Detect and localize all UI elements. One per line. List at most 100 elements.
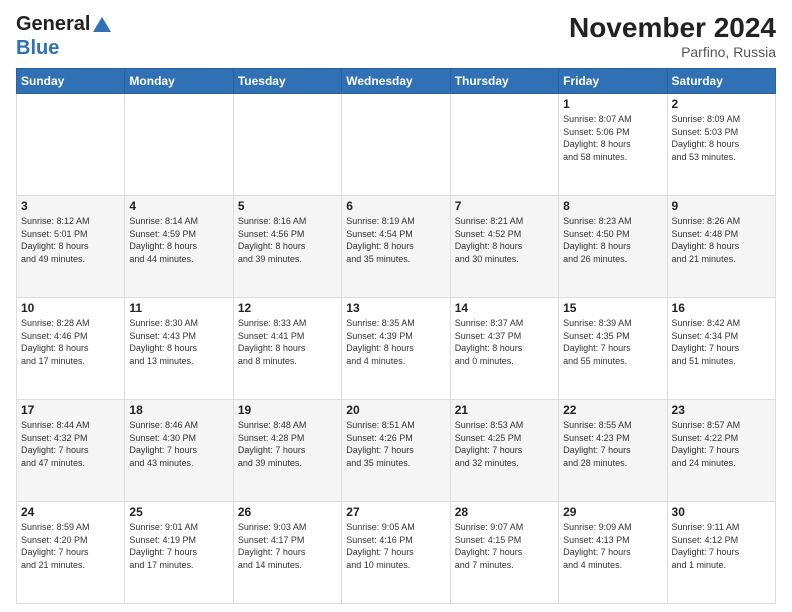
day-info: Sunrise: 9:05 AM Sunset: 4:16 PM Dayligh… bbox=[346, 521, 445, 571]
day-info: Sunrise: 8:19 AM Sunset: 4:54 PM Dayligh… bbox=[346, 215, 445, 265]
calendar-cell: 30 Sunrise: 9:11 AM Sunset: 4:12 PM Dayli… bbox=[667, 502, 775, 604]
day-number: 26 bbox=[238, 505, 337, 519]
day-info: Sunrise: 8:21 AM Sunset: 4:52 PM Dayligh… bbox=[455, 215, 554, 265]
calendar-cell: 19 Sunrise: 8:48 AM Sunset: 4:28 PM Dayli… bbox=[233, 400, 341, 502]
day-number: 14 bbox=[455, 301, 554, 315]
day-info: Sunrise: 8:48 AM Sunset: 4:28 PM Dayligh… bbox=[238, 419, 337, 469]
day-number: 30 bbox=[672, 505, 771, 519]
day-number: 1 bbox=[563, 97, 662, 111]
day-info: Sunrise: 9:03 AM Sunset: 4:17 PM Dayligh… bbox=[238, 521, 337, 571]
day-info: Sunrise: 8:07 AM Sunset: 5:06 PM Dayligh… bbox=[563, 113, 662, 163]
calendar-cell bbox=[233, 94, 341, 196]
day-number: 22 bbox=[563, 403, 662, 417]
calendar-cell: 25 Sunrise: 9:01 AM Sunset: 4:19 PM Dayli… bbox=[125, 502, 233, 604]
day-number: 15 bbox=[563, 301, 662, 315]
calendar-cell: 8Sunrise: 8:23 AM Sunset: 4:50 PM Daylig… bbox=[559, 196, 667, 298]
calendar-cell bbox=[17, 94, 125, 196]
day-info: Sunrise: 8:12 AM Sunset: 5:01 PM Dayligh… bbox=[21, 215, 120, 265]
calendar-cell: 5 Sunrise: 8:16 AM Sunset: 4:56 PM Daylig… bbox=[233, 196, 341, 298]
day-info: Sunrise: 8:59 AM Sunset: 4:20 PM Dayligh… bbox=[21, 521, 120, 571]
col-thursday: Thursday bbox=[450, 69, 558, 94]
calendar-cell: 10 Sunrise: 8:28 AM Sunset: 4:46 PM Dayli… bbox=[17, 298, 125, 400]
day-info: Sunrise: 8:28 AM Sunset: 4:46 PM Dayligh… bbox=[21, 317, 120, 367]
day-number: 25 bbox=[129, 505, 228, 519]
calendar-cell: 24 Sunrise: 8:59 AM Sunset: 4:20 PM Dayli… bbox=[17, 502, 125, 604]
day-number: 29 bbox=[563, 505, 662, 519]
day-info: Sunrise: 8:46 AM Sunset: 4:30 PM Dayligh… bbox=[129, 419, 228, 469]
day-number: 13 bbox=[346, 301, 445, 315]
title-block: November 2024 Parfino, Russia bbox=[569, 12, 776, 60]
col-friday: Friday bbox=[559, 69, 667, 94]
day-number: 8 bbox=[563, 199, 662, 213]
calendar-cell: 15 Sunrise: 8:39 AM Sunset: 4:35 PM Dayli… bbox=[559, 298, 667, 400]
calendar-body: 1 Sunrise: 8:07 AM Sunset: 5:06 PM Daylig… bbox=[17, 94, 776, 604]
day-info: Sunrise: 8:53 AM Sunset: 4:25 PM Dayligh… bbox=[455, 419, 554, 469]
day-info: Sunrise: 8:55 AM Sunset: 4:23 PM Dayligh… bbox=[563, 419, 662, 469]
calendar-cell: 23 Sunrise: 8:57 AM Sunset: 4:22 PM Dayli… bbox=[667, 400, 775, 502]
calendar-cell: 11 Sunrise: 8:30 AM Sunset: 4:43 PM Dayli… bbox=[125, 298, 233, 400]
day-info: Sunrise: 8:44 AM Sunset: 4:32 PM Dayligh… bbox=[21, 419, 120, 469]
calendar-cell: 1 Sunrise: 8:07 AM Sunset: 5:06 PM Daylig… bbox=[559, 94, 667, 196]
calendar-cell: 14 Sunrise: 8:37 AM Sunset: 4:37 PM Dayli… bbox=[450, 298, 558, 400]
day-info: Sunrise: 8:57 AM Sunset: 4:22 PM Dayligh… bbox=[672, 419, 771, 469]
calendar-week-row: 1 Sunrise: 8:07 AM Sunset: 5:06 PM Daylig… bbox=[17, 94, 776, 196]
day-info: Sunrise: 8:51 AM Sunset: 4:26 PM Dayligh… bbox=[346, 419, 445, 469]
day-info: Sunrise: 8:26 AM Sunset: 4:48 PM Dayligh… bbox=[672, 215, 771, 265]
day-info: Sunrise: 8:35 AM Sunset: 4:39 PM Dayligh… bbox=[346, 317, 445, 367]
calendar-cell: 18Sunrise: 8:46 AM Sunset: 4:30 PM Dayli… bbox=[125, 400, 233, 502]
day-info: Sunrise: 9:01 AM Sunset: 4:19 PM Dayligh… bbox=[129, 521, 228, 571]
day-info: Sunrise: 8:39 AM Sunset: 4:35 PM Dayligh… bbox=[563, 317, 662, 367]
day-number: 3 bbox=[21, 199, 120, 213]
calendar-cell: 22 Sunrise: 8:55 AM Sunset: 4:23 PM Dayli… bbox=[559, 400, 667, 502]
day-number: 20 bbox=[346, 403, 445, 417]
page-subtitle: Parfino, Russia bbox=[569, 44, 776, 60]
logo-icon bbox=[91, 14, 113, 36]
col-sunday: Sunday bbox=[17, 69, 125, 94]
calendar-cell: 29 Sunrise: 9:09 AM Sunset: 4:13 PM Dayli… bbox=[559, 502, 667, 604]
logo-general: General bbox=[16, 12, 90, 36]
day-info: Sunrise: 8:30 AM Sunset: 4:43 PM Dayligh… bbox=[129, 317, 228, 367]
day-number: 21 bbox=[455, 403, 554, 417]
day-number: 23 bbox=[672, 403, 771, 417]
day-number: 28 bbox=[455, 505, 554, 519]
calendar-cell: 28Sunrise: 9:07 AM Sunset: 4:15 PM Dayli… bbox=[450, 502, 558, 604]
day-info: Sunrise: 9:11 AM Sunset: 4:12 PM Dayligh… bbox=[672, 521, 771, 571]
day-info: Sunrise: 8:42 AM Sunset: 4:34 PM Dayligh… bbox=[672, 317, 771, 367]
day-number: 27 bbox=[346, 505, 445, 519]
calendar-cell: 13 Sunrise: 8:35 AM Sunset: 4:39 PM Dayli… bbox=[342, 298, 450, 400]
col-wednesday: Wednesday bbox=[342, 69, 450, 94]
calendar-cell: 16Sunrise: 8:42 AM Sunset: 4:34 PM Dayli… bbox=[667, 298, 775, 400]
calendar-cell: 27 Sunrise: 9:05 AM Sunset: 4:16 PM Dayli… bbox=[342, 502, 450, 604]
day-info: Sunrise: 8:09 AM Sunset: 5:03 PM Dayligh… bbox=[672, 113, 771, 163]
page: General Blue November 2024 Parfino, Russ… bbox=[0, 0, 792, 612]
calendar-cell: 21 Sunrise: 8:53 AM Sunset: 4:25 PM Dayli… bbox=[450, 400, 558, 502]
calendar-cell bbox=[342, 94, 450, 196]
logo: General Blue bbox=[16, 12, 113, 60]
day-number: 10 bbox=[21, 301, 120, 315]
page-title: November 2024 bbox=[569, 12, 776, 44]
day-number: 11 bbox=[129, 301, 228, 315]
calendar-cell: 4Sunrise: 8:14 AM Sunset: 4:59 PM Daylig… bbox=[125, 196, 233, 298]
calendar-cell: 6 Sunrise: 8:19 AM Sunset: 4:54 PM Daylig… bbox=[342, 196, 450, 298]
day-number: 24 bbox=[21, 505, 120, 519]
calendar-cell: 12Sunrise: 8:33 AM Sunset: 4:41 PM Dayli… bbox=[233, 298, 341, 400]
header: General Blue November 2024 Parfino, Russ… bbox=[16, 12, 776, 60]
day-number: 12 bbox=[238, 301, 337, 315]
day-number: 7 bbox=[455, 199, 554, 213]
day-info: Sunrise: 8:37 AM Sunset: 4:37 PM Dayligh… bbox=[455, 317, 554, 367]
day-number: 19 bbox=[238, 403, 337, 417]
day-info: Sunrise: 9:09 AM Sunset: 4:13 PM Dayligh… bbox=[563, 521, 662, 571]
day-number: 4 bbox=[129, 199, 228, 213]
calendar-cell: 9Sunrise: 8:26 AM Sunset: 4:48 PM Daylig… bbox=[667, 196, 775, 298]
day-number: 6 bbox=[346, 199, 445, 213]
calendar-cell: 17Sunrise: 8:44 AM Sunset: 4:32 PM Dayli… bbox=[17, 400, 125, 502]
col-saturday: Saturday bbox=[667, 69, 775, 94]
calendar-cell bbox=[450, 94, 558, 196]
calendar-cell: 26 Sunrise: 9:03 AM Sunset: 4:17 PM Dayli… bbox=[233, 502, 341, 604]
day-info: Sunrise: 8:16 AM Sunset: 4:56 PM Dayligh… bbox=[238, 215, 337, 265]
calendar-header-row: Sunday Monday Tuesday Wednesday Thursday… bbox=[17, 69, 776, 94]
calendar-week-row: 3 Sunrise: 8:12 AM Sunset: 5:01 PM Daylig… bbox=[17, 196, 776, 298]
day-number: 2 bbox=[672, 97, 771, 111]
col-monday: Monday bbox=[125, 69, 233, 94]
day-number: 5 bbox=[238, 199, 337, 213]
